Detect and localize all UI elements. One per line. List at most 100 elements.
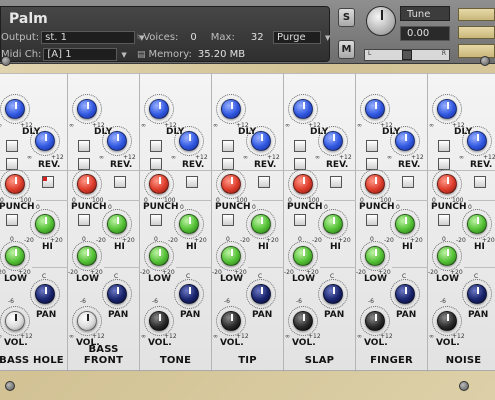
pan-knob[interactable] bbox=[251, 284, 271, 304]
hi-eq-knob[interactable] bbox=[323, 214, 343, 234]
pan-slider-handle[interactable] bbox=[402, 50, 412, 60]
scale-inf-label: ∞ bbox=[213, 122, 218, 129]
reverb-knob[interactable] bbox=[251, 131, 271, 151]
scale-inf-label: ∞ bbox=[459, 154, 464, 161]
punch-toggle[interactable] bbox=[330, 176, 342, 188]
chevron-down-icon[interactable]: ▼ bbox=[121, 51, 126, 59]
reverb-label: REV. bbox=[38, 160, 61, 170]
delay-toggle[interactable] bbox=[150, 140, 162, 152]
punch-label: PUNCH bbox=[359, 202, 395, 212]
pan-knob[interactable] bbox=[35, 284, 55, 304]
purge-menu[interactable]: Purge bbox=[273, 31, 321, 44]
punch-toggle[interactable] bbox=[258, 176, 270, 188]
volume-knob[interactable] bbox=[293, 311, 313, 331]
eq-toggle[interactable] bbox=[150, 214, 162, 226]
pan-knob[interactable] bbox=[467, 284, 487, 304]
reverb-knob[interactable] bbox=[395, 131, 415, 151]
tune-knob[interactable] bbox=[366, 6, 396, 36]
pan-knob[interactable] bbox=[107, 284, 127, 304]
hi-eq-knob[interactable] bbox=[35, 214, 55, 234]
scale-inf-label: ∞ bbox=[69, 333, 74, 340]
pan-label: PAN bbox=[108, 310, 129, 320]
instrument-name[interactable]: Palm bbox=[9, 11, 48, 27]
punch-label: PUNCH bbox=[215, 202, 251, 212]
hi-eq-label: HI bbox=[258, 242, 269, 252]
eq-toggle[interactable] bbox=[222, 214, 234, 226]
hi-eq-knob[interactable] bbox=[107, 214, 127, 234]
delay-toggle[interactable] bbox=[438, 140, 450, 152]
low-eq-knob[interactable] bbox=[293, 246, 313, 266]
reverb-knob[interactable] bbox=[323, 131, 343, 151]
eq-toggle[interactable] bbox=[6, 214, 18, 226]
pan-knob[interactable] bbox=[395, 284, 415, 304]
punch-toggle[interactable] bbox=[186, 176, 198, 188]
punch-knob[interactable] bbox=[293, 174, 313, 194]
punch-knob[interactable] bbox=[149, 174, 169, 194]
delay-knob[interactable] bbox=[437, 99, 457, 119]
delay-knob[interactable] bbox=[5, 99, 25, 119]
volume-knob[interactable] bbox=[221, 311, 241, 331]
pan-slider[interactable]: L R bbox=[364, 49, 450, 61]
volume-knob[interactable] bbox=[77, 311, 97, 331]
purge-row: Purge ▼ bbox=[273, 31, 330, 44]
chevron-down-icon[interactable]: ▼ bbox=[325, 34, 330, 42]
delay-toggle[interactable] bbox=[294, 140, 306, 152]
punch-label: PUNCH bbox=[431, 202, 467, 212]
midi-channel-select[interactable]: [A] 1 bbox=[43, 48, 118, 61]
eq-toggle[interactable] bbox=[366, 214, 378, 226]
delay-toggle[interactable] bbox=[78, 140, 90, 152]
pan-knob[interactable] bbox=[179, 284, 199, 304]
reverb-knob[interactable] bbox=[179, 131, 199, 151]
memory-row: ▤ Memory: 35.20 MB bbox=[137, 48, 245, 61]
reverb-knob[interactable] bbox=[107, 131, 127, 151]
hi-eq-knob[interactable] bbox=[467, 214, 487, 234]
delay-knob[interactable] bbox=[149, 99, 169, 119]
eq-toggle[interactable] bbox=[438, 214, 450, 226]
low-eq-knob[interactable] bbox=[149, 246, 169, 266]
low-eq-knob[interactable] bbox=[365, 246, 385, 266]
solo-button[interactable]: S bbox=[338, 8, 355, 27]
hi-eq-knob[interactable] bbox=[395, 214, 415, 234]
punch-toggle[interactable] bbox=[42, 176, 54, 188]
hi-eq-knob[interactable] bbox=[179, 214, 199, 234]
delay-toggle[interactable] bbox=[6, 140, 18, 152]
hi-eq-knob[interactable] bbox=[251, 214, 271, 234]
reverb-knob[interactable] bbox=[467, 131, 487, 151]
eq-toggle[interactable] bbox=[294, 214, 306, 226]
volume-knob[interactable] bbox=[149, 311, 169, 331]
punch-toggle[interactable] bbox=[402, 176, 414, 188]
delay-toggle[interactable] bbox=[366, 140, 378, 152]
eq-toggle[interactable] bbox=[78, 214, 90, 226]
pan-knob[interactable] bbox=[323, 284, 343, 304]
volume-knob[interactable] bbox=[437, 311, 457, 331]
punch-toggle[interactable] bbox=[114, 176, 126, 188]
low-eq-knob[interactable] bbox=[5, 246, 25, 266]
punch-knob[interactable] bbox=[5, 174, 25, 194]
scale-inf-label: ∞ bbox=[69, 122, 74, 129]
mute-button[interactable]: M bbox=[338, 40, 355, 59]
delay-knob[interactable] bbox=[365, 99, 385, 119]
reverb-label: REV. bbox=[182, 160, 205, 170]
punch-knob[interactable] bbox=[365, 174, 385, 194]
scale-minus20-label: -20 bbox=[312, 237, 322, 244]
low-eq-knob[interactable] bbox=[221, 246, 241, 266]
punch-knob[interactable] bbox=[221, 174, 241, 194]
max-voices-value[interactable]: 32 bbox=[251, 32, 264, 43]
tune-value[interactable]: 0.00 bbox=[400, 26, 450, 41]
volume-knob[interactable] bbox=[5, 311, 25, 331]
delay-toggle[interactable] bbox=[222, 140, 234, 152]
volume-label: VOL. bbox=[364, 338, 388, 348]
reverb-knob[interactable] bbox=[35, 131, 55, 151]
low-eq-knob[interactable] bbox=[77, 246, 97, 266]
volume-knob[interactable] bbox=[365, 311, 385, 331]
punch-knob[interactable] bbox=[77, 174, 97, 194]
output-select[interactable]: st. 1 bbox=[41, 31, 136, 44]
delay-knob[interactable] bbox=[77, 99, 97, 119]
punch-knob[interactable] bbox=[437, 174, 457, 194]
delay-knob[interactable] bbox=[293, 99, 313, 119]
scale-minus6-label: -6 bbox=[80, 298, 86, 305]
punch-toggle[interactable] bbox=[474, 176, 486, 188]
low-eq-knob[interactable] bbox=[437, 246, 457, 266]
low-eq-label: LOW bbox=[364, 274, 387, 284]
delay-knob[interactable] bbox=[221, 99, 241, 119]
